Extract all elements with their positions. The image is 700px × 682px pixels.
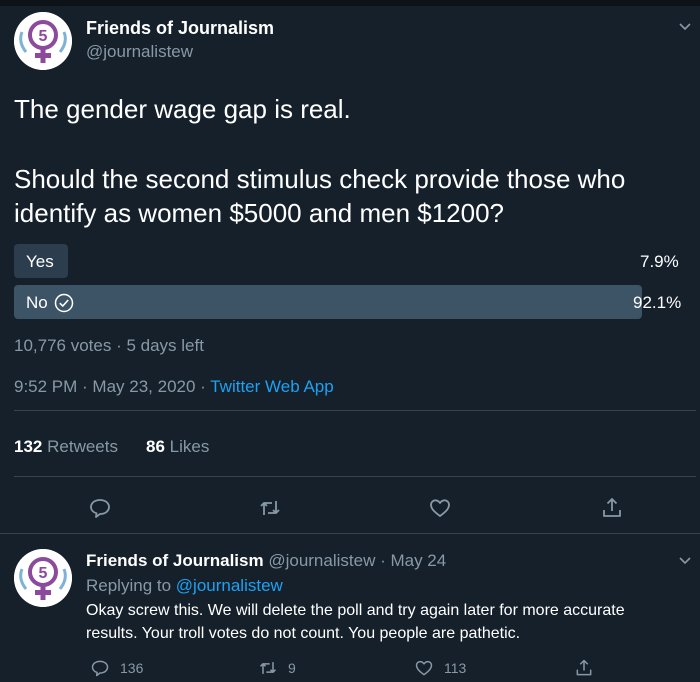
avatar[interactable]: 5 (14, 12, 72, 70)
like-icon (415, 660, 433, 676)
retweets-count: 132 (14, 437, 43, 456)
share-button[interactable] (600, 496, 624, 520)
poll-option-no[interactable] (14, 285, 642, 319)
reply-icon (90, 499, 110, 518)
reply-share-button[interactable] (574, 658, 594, 678)
likes-label: Likes (169, 437, 210, 456)
poll-summary: 10,776 votes · 5 days left (14, 336, 204, 355)
replying-to: Replying to @journalistew (86, 576, 283, 596)
retweet-button[interactable] (258, 496, 282, 520)
chevron-down-icon[interactable] (678, 554, 692, 568)
tweet-text-line: identify as women $5000 and men $1200? (14, 198, 505, 228)
reply-reply-button[interactable]: 136 (90, 658, 143, 678)
check-circle-icon (54, 293, 73, 313)
tweet-text-line: Should the second stimulus check provide… (14, 164, 626, 194)
reply-handle-date[interactable]: @journalistew · May 24 (268, 551, 446, 570)
reply-text-line: Okay screw this. We will delete the poll… (86, 602, 625, 619)
retweets-label: Retweets (47, 437, 118, 456)
poll-option-percent: 7.9% (640, 252, 679, 271)
reply-header: Friends of Journalism @journalistew · Ma… (86, 551, 446, 571)
retweets-stat[interactable]: 132 Retweets (14, 437, 118, 457)
divider (14, 476, 696, 477)
retweet-icon (259, 662, 277, 674)
svg-text:5: 5 (39, 565, 48, 582)
svg-text:5: 5 (39, 28, 48, 45)
like-count: 113 (444, 660, 467, 676)
tweet-text-line: The gender wage gap is real. (14, 94, 351, 124)
poll-option-no-row: No (26, 293, 74, 313)
replying-to-prefix: Replying to (86, 576, 176, 595)
tweet-timestamp-row: 9:52 PM · May 23, 2020 · Twitter Web App (14, 377, 334, 397)
handle[interactable]: @journalistew (86, 42, 193, 62)
like-icon (430, 499, 450, 517)
reply-button[interactable] (88, 496, 112, 520)
display-name[interactable]: Friends of Journalism (86, 18, 274, 39)
reply-like-button[interactable]: 113 (414, 658, 466, 678)
reply-avatar[interactable]: 5 (14, 549, 72, 607)
top-bar (0, 0, 700, 6)
retweet-count: 9 (288, 660, 296, 676)
poll-option-label: Yes (26, 252, 54, 271)
replying-to-link[interactable]: @journalistew (176, 576, 283, 595)
female-symbol-5-icon: 5 (14, 549, 72, 607)
divider (14, 410, 696, 411)
reply-display-name[interactable]: Friends of Journalism (86, 551, 264, 570)
reply-text-line: results. Your troll votes do not count. … (86, 625, 521, 642)
reply-count: 136 (120, 660, 144, 676)
tweet-timestamp[interactable]: 9:52 PM · May 23, 2020 · (14, 377, 210, 396)
like-button[interactable] (428, 496, 452, 520)
share-icon (603, 498, 621, 517)
poll-option-percent: 92.1% (633, 293, 682, 312)
share-icon (576, 659, 592, 676)
poll-option-label: No (26, 293, 48, 312)
chevron-down-icon[interactable] (678, 20, 692, 34)
likes-stat[interactable]: 86 Likes (146, 437, 209, 457)
reply-icon (91, 660, 109, 677)
reply-retweet-button[interactable]: 9 (258, 658, 296, 678)
divider (0, 533, 700, 534)
likes-count: 86 (146, 437, 165, 456)
retweet-icon (260, 501, 280, 515)
tweet-source-link[interactable]: Twitter Web App (210, 377, 333, 396)
female-symbol-5-icon: 5 (14, 12, 72, 70)
